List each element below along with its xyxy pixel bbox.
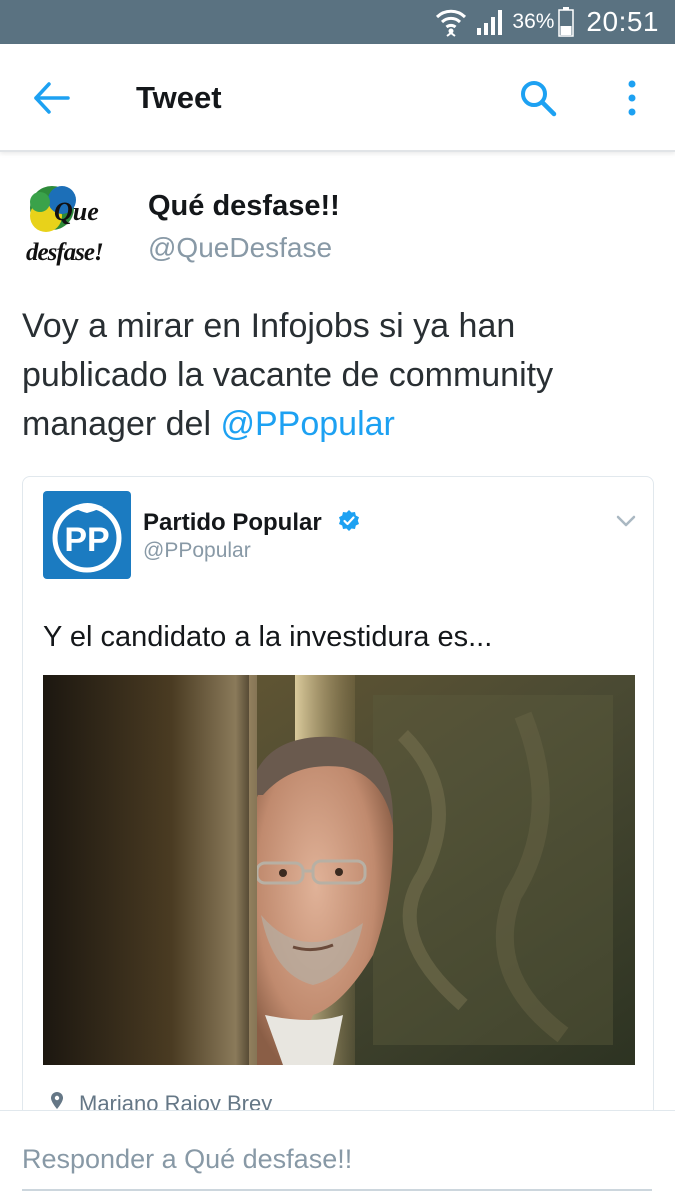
pp-logo-avatar[interactable]: PP <box>43 491 131 579</box>
chevron-down-icon[interactable] <box>615 513 637 529</box>
location-pin-icon <box>51 1092 63 1109</box>
quoted-author-name[interactable]: Partido Popular <box>143 509 322 537</box>
search-icon[interactable] <box>518 78 558 118</box>
avatar-text-desfase: desfase! <box>26 239 103 266</box>
quoted-tweet-card[interactable]: PP Partido Popular @PPopular Y el candid… <box>22 476 654 1156</box>
reply-input-underline <box>22 1189 652 1191</box>
signal-icon <box>477 10 503 35</box>
quoted-tweet-text: Y el candidato a la investidura es... <box>43 621 493 653</box>
avatar[interactable]: Que desfase! <box>22 180 124 270</box>
author-handle[interactable]: @QueDesfase <box>148 232 332 264</box>
clock: 20:51 <box>586 6 659 37</box>
app-bar: Tweet <box>0 44 675 152</box>
battery-percent: 36% <box>512 10 555 33</box>
battery-icon <box>558 7 575 37</box>
page-title: Tweet <box>136 80 222 115</box>
back-arrow-icon[interactable] <box>32 80 72 116</box>
tweet-text: Voy a mirar en Infojobs si ya han public… <box>22 302 642 449</box>
mention-link[interactable]: @PPopular <box>220 405 394 443</box>
quoted-author-handle[interactable]: @PPopular <box>143 539 251 563</box>
more-vertical-icon[interactable] <box>620 78 644 118</box>
status-bar: 36% 20:51 <box>0 0 675 44</box>
quoted-tweet-photo[interactable] <box>43 675 635 1065</box>
verified-badge-icon <box>339 510 359 531</box>
reply-bar <box>0 1110 675 1200</box>
author-display-name[interactable]: Qué desfase!! <box>148 190 340 223</box>
reply-input[interactable] <box>22 1139 652 1179</box>
avatar-text-que: Que <box>54 197 99 226</box>
wifi-icon <box>436 9 467 37</box>
pp-logo-text: PP <box>64 521 109 559</box>
